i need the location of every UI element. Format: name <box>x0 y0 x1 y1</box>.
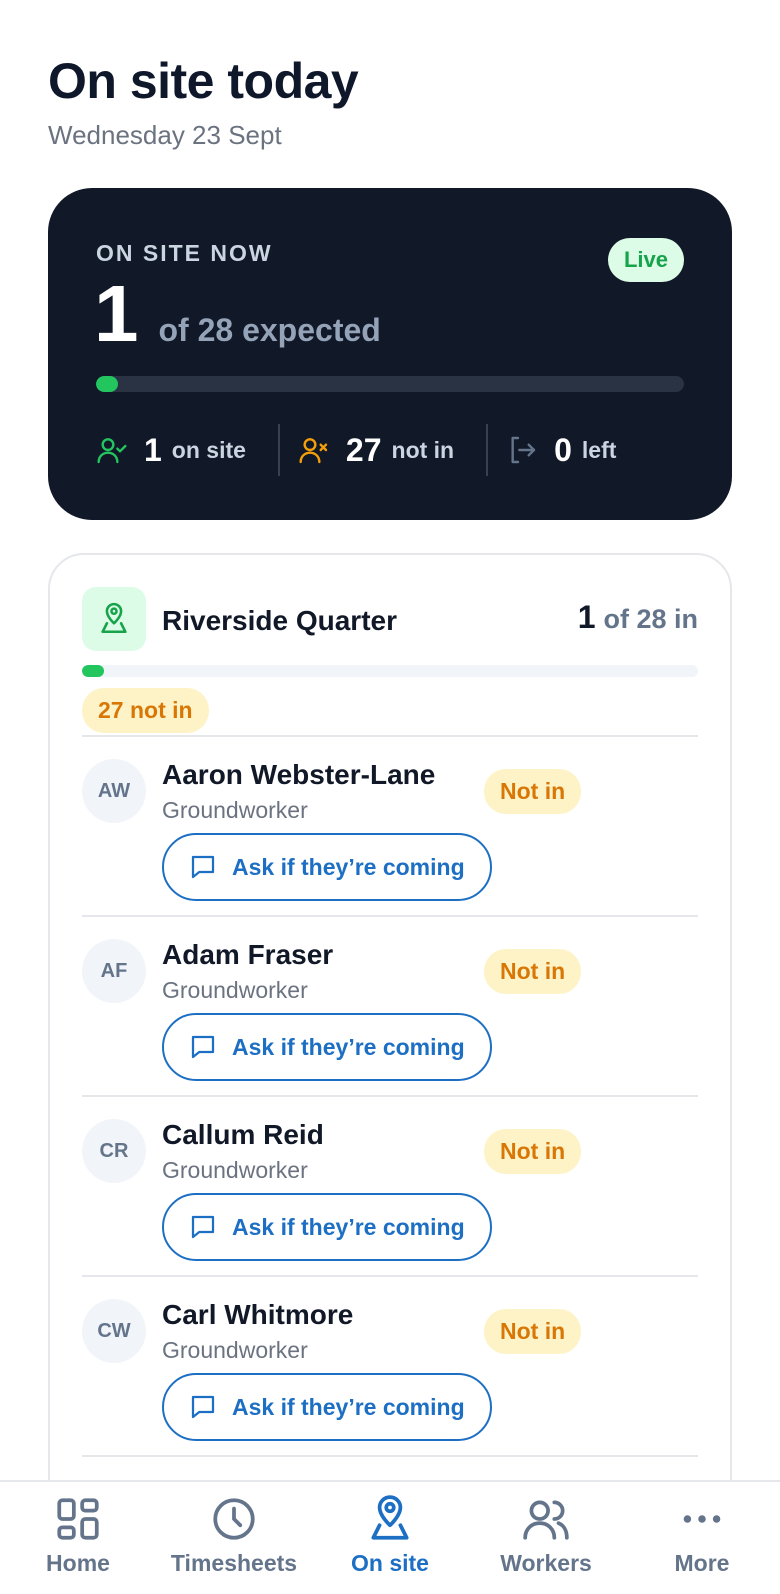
page-date: Wednesday 23 Sept <box>48 120 282 150</box>
page-title: On site today <box>48 53 359 109</box>
status-badge: Not in <box>484 949 582 994</box>
clock-icon <box>213 1498 255 1540</box>
nav-item-home[interactable]: Home <box>0 1482 156 1594</box>
avatar: AW <box>82 759 146 823</box>
site-count-of: of 28 in <box>603 604 698 634</box>
worker-role: Groundworker <box>162 1157 308 1183</box>
avatar: CR <box>82 1119 146 1183</box>
stat-value: 1 <box>144 431 162 468</box>
site-count-in: 1 <box>577 599 596 635</box>
avatar: CW <box>82 1299 146 1363</box>
map-pin-icon <box>371 1495 409 1540</box>
message-icon <box>191 1035 215 1059</box>
summary-count: 1 of 28 expected <box>94 274 381 354</box>
site-name[interactable]: Riverside Quarter <box>162 605 397 637</box>
not-in-chip[interactable]: 27 not in <box>82 688 209 733</box>
status-badge: Not in <box>484 1309 582 1354</box>
worker-role: Groundworker <box>162 977 308 1003</box>
expected-text: of 28 expected <box>158 312 381 348</box>
nav-item-timesheets[interactable]: Timesheets <box>156 1482 312 1594</box>
stat-value: 0 <box>554 431 572 468</box>
message-icon <box>191 855 215 879</box>
on-site-summary-card: ON SITE NOW Live 1 of 28 expected 1 on s… <box>48 188 732 520</box>
worker-role: Groundworker <box>162 797 308 823</box>
nav-label: More <box>674 1550 730 1576</box>
ask-if-coming-button[interactable]: Ask if they’re coming <box>162 1193 492 1261</box>
message-icon <box>191 1215 215 1239</box>
grid-icon <box>57 1498 99 1540</box>
stat-label: on site <box>171 436 246 463</box>
map-pin-icon <box>101 602 127 634</box>
status-badge: Not in <box>484 1129 582 1174</box>
summary-progress-bar <box>96 376 684 392</box>
stat-value: 27 <box>345 431 382 468</box>
log-out-icon <box>511 436 536 464</box>
more-icon <box>683 1515 721 1523</box>
nav-label: Home <box>46 1550 110 1576</box>
worker-name: Adam Fraser <box>162 939 334 970</box>
ask-button-label: Ask if they’re coming <box>232 1213 465 1240</box>
divider <box>82 1455 698 1457</box>
site-progress-fill <box>82 665 105 677</box>
worker-row: CW Carl Whitmore Groundworker Not in Ask… <box>82 1277 698 1457</box>
stat-on-site: 1 on site <box>96 424 278 476</box>
nav-label: On site <box>351 1550 429 1576</box>
user-x-icon <box>299 438 328 464</box>
status-badge: Not in <box>484 769 582 814</box>
worker-name: Callum Reid <box>162 1119 324 1150</box>
ask-button-label: Ask if they’re coming <box>232 853 465 880</box>
stat-not-in: 27 not in <box>277 424 486 476</box>
users-icon <box>523 1500 569 1540</box>
nav-label: Timesheets <box>170 1550 298 1576</box>
ask-if-coming-button[interactable]: Ask if they’re coming <box>162 1373 492 1441</box>
site-progress-bar <box>82 665 698 677</box>
avatar: AF <box>82 939 146 1003</box>
worker-row: AF Adam Fraser Groundworker Not in Ask i… <box>82 917 698 1097</box>
worker-role: Groundworker <box>162 1337 308 1363</box>
worker-name: Carl Whitmore <box>162 1299 354 1330</box>
site-icon-box <box>82 587 146 651</box>
ask-if-coming-button[interactable]: Ask if they’re coming <box>162 1013 492 1081</box>
site-card: Riverside Quarter 1 of 28 in 27 not in A… <box>48 553 732 1594</box>
worker-row: CR Callum Reid Groundworker Not in Ask i… <box>82 1097 698 1277</box>
ask-button-label: Ask if they’re coming <box>232 1033 465 1060</box>
bottom-nav: Home Timesheets On site Workers More <box>0 1480 780 1594</box>
stat-label: not in <box>391 436 455 463</box>
ask-if-coming-button[interactable]: Ask if they’re coming <box>162 833 492 901</box>
nav-item-more[interactable]: More <box>624 1482 780 1594</box>
live-badge: Live <box>607 238 684 282</box>
ask-button-label: Ask if they’re coming <box>232 1393 465 1420</box>
on-site-count: 1 <box>94 269 139 358</box>
nav-label: Workers <box>500 1550 592 1576</box>
summary-eyebrow: ON SITE NOW <box>96 240 273 266</box>
site-count: 1 of 28 in <box>578 599 698 636</box>
summary-progress-fill <box>96 376 118 392</box>
stat-left: 0 left <box>486 424 648 476</box>
message-icon <box>191 1395 215 1419</box>
nav-item-workers[interactable]: Workers <box>468 1482 624 1594</box>
worker-name: Aaron Webster-Lane <box>162 759 436 790</box>
user-check-icon <box>97 438 127 464</box>
summary-stats: 1 on site 27 not in 0 left <box>96 424 684 476</box>
worker-row: AW Aaron Webster-Lane Groundworker Not i… <box>82 737 698 917</box>
stat-label: left <box>581 436 617 463</box>
nav-item-on-site[interactable]: On site <box>312 1482 468 1594</box>
